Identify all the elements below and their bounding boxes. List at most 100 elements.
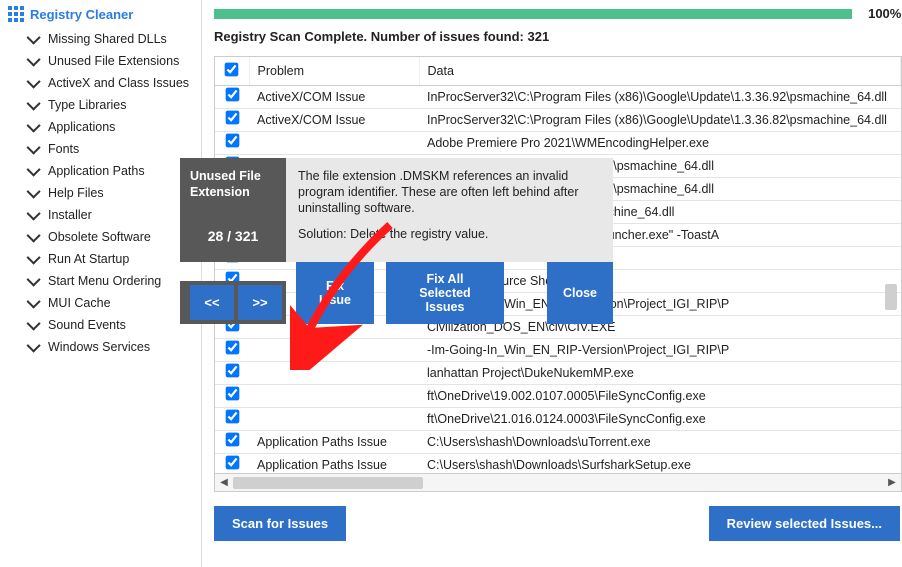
popup-prev-button[interactable]: << [190,285,234,320]
sidebar-item[interactable]: Missing Shared DLLs [8,28,201,50]
fix-all-button[interactable]: Fix All Selected Issues [386,262,504,324]
sidebar-item[interactable]: Sound Events [8,314,201,336]
row-data: -Im-Going-In_Win_EN_RIP-Version\Project_… [419,339,901,362]
check-icon [27,339,41,353]
sidebar-item-label: Installer [48,206,92,224]
table-row[interactable]: ActiveX/COM IssueInProcServer32\C:\Progr… [215,109,901,132]
close-popup-button[interactable]: Close [547,262,613,324]
row-checkbox[interactable] [225,456,239,470]
row-checkbox-cell[interactable] [215,385,249,408]
sidebar-item[interactable]: MUI Cache [8,292,201,314]
scroll-right-arrow[interactable]: ▶ [883,474,901,492]
check-icon [27,207,41,221]
check-icon [27,273,41,287]
row-problem: ActiveX/COM Issue [249,86,419,109]
sidebar-item[interactable]: Applications [8,116,201,138]
sidebar-item-label: Sound Events [48,316,126,334]
fix-issue-button[interactable]: Fix Issue [296,262,374,324]
vertical-scrollbar[interactable] [885,112,899,322]
popup-body-1: The file extension .DMSKM references an … [298,168,601,216]
table-row[interactable]: Application Paths IssueC:\Users\shash\Do… [215,454,901,476]
vertical-scroll-thumb[interactable] [885,284,897,310]
sidebar-header[interactable]: Registry Cleaner [8,4,201,28]
row-checkbox-cell[interactable] [215,454,249,476]
row-data: lanhattan Project\DukeNukemMP.exe [419,362,901,385]
row-checkbox[interactable] [225,134,239,148]
row-problem [249,362,419,385]
row-data: ft\OneDrive\19.002.0107.0005\FileSyncCon… [419,385,901,408]
scan-status: Registry Scan Complete. Number of issues… [214,21,902,56]
table-row[interactable]: ft\OneDrive\21.016.0124.0003\FileSyncCon… [215,408,901,431]
check-icon [27,229,41,243]
row-checkbox-cell[interactable] [215,109,249,132]
col-problem[interactable]: Problem [249,57,419,86]
popup-title: Unused File Extension [190,168,276,200]
horizontal-scroll-thumb[interactable] [233,477,423,489]
sidebar-item[interactable]: Fonts [8,138,201,160]
check-icon [27,163,41,177]
progress-bar [214,9,852,19]
sidebar-item[interactable]: Type Libraries [8,94,201,116]
sidebar-item-label: Type Libraries [48,96,127,114]
check-icon [27,141,41,155]
row-checkbox-cell[interactable] [215,362,249,385]
sidebar-item[interactable]: Obsolete Software [8,226,201,248]
col-checkbox[interactable] [215,57,249,86]
popup-counter: 28 / 321 [190,228,276,244]
review-button[interactable]: Review selected Issues... [709,506,900,541]
table-row[interactable]: Adobe Premiere Pro 2021\WMEncodingHelper… [215,132,901,155]
sidebar-item[interactable]: Start Menu Ordering [8,270,201,292]
sidebar-item-label: Unused File Extensions [48,52,179,70]
sidebar-item[interactable]: Run At Startup [8,248,201,270]
table-row[interactable]: ft\OneDrive\19.002.0107.0005\FileSyncCon… [215,385,901,408]
sidebar-item[interactable]: Windows Services [8,336,201,358]
row-checkbox[interactable] [225,341,239,355]
sidebar-item-label: MUI Cache [48,294,111,312]
row-checkbox-cell[interactable] [215,408,249,431]
check-icon [27,185,41,199]
sidebar-item-label: Help Files [48,184,104,202]
sidebar-item[interactable]: Application Paths [8,160,201,182]
sidebar-item[interactable]: Installer [8,204,201,226]
row-checkbox[interactable] [225,364,239,378]
select-all-checkbox[interactable] [225,63,239,77]
scan-button[interactable]: Scan for Issues [214,506,346,541]
check-icon [27,97,41,111]
table-row[interactable]: -Im-Going-In_Win_EN_RIP-Version\Project_… [215,339,901,362]
sidebar-item-label: Missing Shared DLLs [48,30,167,48]
row-problem [249,132,419,155]
progress: 100% [214,0,902,21]
check-icon [27,31,41,45]
popup-next-button[interactable]: >> [238,285,282,320]
col-data[interactable]: Data [419,57,901,86]
popup-body-2: Solution: Delete the registry value. [298,226,601,242]
row-checkbox[interactable] [225,88,239,102]
row-problem: Application Paths Issue [249,454,419,476]
row-checkbox-cell[interactable] [215,132,249,155]
sidebar-item[interactable]: Unused File Extensions [8,50,201,72]
sidebar-item[interactable]: ActiveX and Class Issues [8,72,201,94]
row-checkbox-cell[interactable] [215,86,249,109]
check-icon [27,251,41,265]
row-checkbox-cell[interactable] [215,431,249,454]
sidebar-item-label: Run At Startup [48,250,129,268]
row-checkbox[interactable] [225,433,239,447]
row-checkbox-cell[interactable] [215,339,249,362]
table-row[interactable]: ActiveX/COM IssueInProcServer32\C:\Progr… [215,86,901,109]
grid-icon [8,6,24,22]
progress-pct: 100% [855,6,901,21]
row-problem: ActiveX/COM Issue [249,109,419,132]
horizontal-scrollbar[interactable]: ◀ ▶ [215,473,901,491]
row-checkbox[interactable] [225,410,239,424]
sidebar-item[interactable]: Help Files [8,182,201,204]
sidebar-item-label: Fonts [48,140,79,158]
row-problem [249,408,419,431]
table-row[interactable]: lanhattan Project\DukeNukemMP.exe [215,362,901,385]
table-row[interactable]: Application Paths IssueC:\Users\shash\Do… [215,431,901,454]
check-icon [27,75,41,89]
row-data: C:\Users\shash\Downloads\SurfsharkSetup.… [419,454,901,476]
row-checkbox[interactable] [225,111,239,125]
scroll-left-arrow[interactable]: ◀ [215,474,233,492]
row-checkbox[interactable] [225,387,239,401]
issue-popup: Unused File Extension 28 / 321 The file … [180,158,613,324]
